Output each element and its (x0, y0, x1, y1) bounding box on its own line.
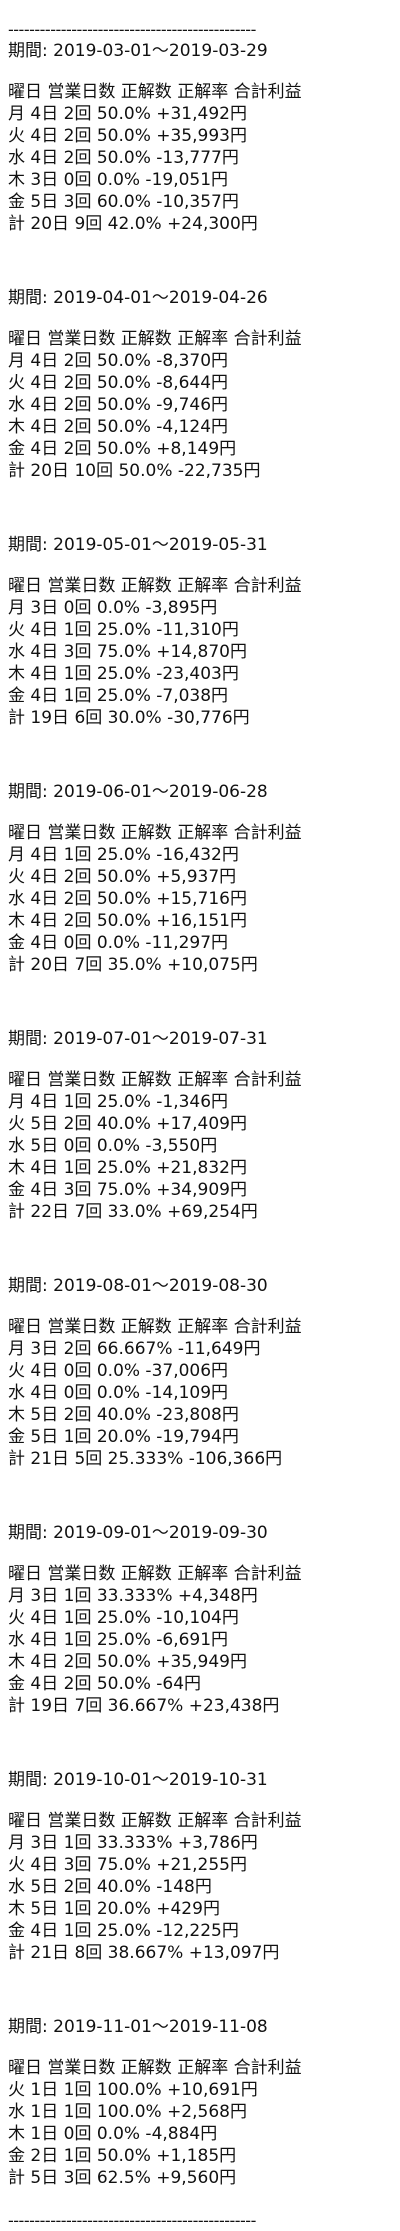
table-row: 水 4日 0回 0.0% -14,109円 (8, 1383, 229, 1403)
table-row: 水 4日 2回 50.0% +15,716円 (8, 889, 247, 909)
table-row: 月 4日 1回 25.0% -1,346円 (8, 1092, 229, 1112)
period-block: 期間: 2019-07-01～2019-07-31 曜日 営業日数 正解数 正解率… (8, 1028, 392, 1223)
table-row: 水 5日 0回 0.0% -3,550円 (8, 1136, 218, 1156)
table-row: 水 4日 2回 50.0% -13,777円 (8, 148, 239, 168)
table-header-row: 曜日 営業日数 正解数 正解率 合計利益 (8, 329, 302, 349)
table-row: 月 4日 1回 25.0% -16,432円 (8, 845, 239, 865)
table-header-row: 曜日 営業日数 正解数 正解率 合計利益 (8, 1564, 302, 1584)
table-header-row: 曜日 営業日数 正解数 正解率 合計利益 (8, 576, 302, 596)
table-row: 月 3日 1回 33.333% +4,348円 (8, 1586, 258, 1606)
table-row: 火 5日 2回 40.0% +17,409円 (8, 1114, 247, 1134)
period-block: 期間: 2019-05-01～2019-05-31 曜日 営業日数 正解数 正解率… (8, 534, 392, 729)
period-block: 期間: 2019-09-01～2019-09-30 曜日 営業日数 正解数 正解率… (8, 1522, 392, 1717)
table-row: 計 21日 5回 25.333% -106,366円 (8, 1449, 283, 1469)
period-heading: 期間: 2019-09-01～2019-09-30 (8, 1523, 268, 1543)
table-row: 計 20日 7回 35.0% +10,075円 (8, 955, 258, 975)
period-heading: 期間: 2019-03-01～2019-03-29 (8, 41, 268, 61)
table-row: 月 3日 0回 0.0% -3,895円 (8, 598, 218, 618)
table-row: 火 4日 2回 50.0% +5,937円 (8, 867, 237, 887)
period-heading: 期間: 2019-07-01～2019-07-31 (8, 1029, 268, 1049)
separator-line: ----------------------------------------… (8, 20, 256, 39)
table-row: 木 3日 0回 0.0% -19,051円 (8, 170, 229, 190)
table-row: 月 4日 2回 50.0% +31,492円 (8, 104, 247, 124)
table-row: 金 5日 1回 20.0% -19,794円 (8, 1427, 239, 1447)
table-row: 計 20日 9回 42.0% +24,300円 (8, 214, 258, 234)
table-row: 計 5日 3回 62.5% +9,560円 (8, 2168, 237, 2188)
table-header-row: 曜日 営業日数 正解数 正解率 合計利益 (8, 1070, 302, 1090)
table-row: 火 1日 1回 100.0% +10,691円 (8, 2080, 258, 2100)
table-row: 木 5日 1回 20.0% +429円 (8, 1899, 220, 1919)
period-heading: 期間: 2019-04-01～2019-04-26 (8, 288, 268, 308)
table-row: 木 1日 0回 0.0% -4,884円 (8, 2124, 218, 2144)
table-row: 月 3日 2回 66.667% -11,649円 (8, 1339, 261, 1359)
table-row: 金 4日 3回 75.0% +34,909円 (8, 1180, 247, 1200)
table-row: 計 22日 7回 33.0% +69,254円 (8, 1202, 258, 1222)
separator-line: ----------------------------------------… (8, 2211, 256, 2230)
table-row: 木 4日 2回 50.0% -4,124円 (8, 417, 229, 437)
table-row: 火 4日 1回 25.0% -11,310円 (8, 620, 239, 640)
table-row: 火 4日 3回 75.0% +21,255円 (8, 1855, 247, 1875)
table-header-row: 曜日 営業日数 正解数 正解率 合計利益 (8, 823, 302, 843)
period-heading: 期間: 2019-10-01～2019-10-31 (8, 1770, 268, 1790)
table-row: 火 4日 2回 50.0% +35,993円 (8, 126, 247, 146)
table-row: 木 4日 2回 50.0% +35,949円 (8, 1652, 247, 1672)
period-heading: 期間: 2019-05-01～2019-05-31 (8, 535, 268, 555)
period-heading: 期間: 2019-06-01～2019-06-28 (8, 782, 268, 802)
table-header-row: 曜日 営業日数 正解数 正解率 合計利益 (8, 1811, 302, 1831)
table-row: 水 1日 1回 100.0% +2,568円 (8, 2102, 247, 2122)
table-row: 金 4日 1回 25.0% -7,038円 (8, 686, 229, 706)
period-block: 期間: 2019-08-01～2019-08-30 曜日 営業日数 正解数 正解率… (8, 1275, 392, 1470)
table-header-row: 曜日 営業日数 正解数 正解率 合計利益 (8, 82, 302, 102)
table-row: 計 21日 8回 38.667% +13,097円 (8, 1943, 280, 1963)
table-header-row: 曜日 営業日数 正解数 正解率 合計利益 (8, 1317, 302, 1337)
table-row: 金 5日 3回 60.0% -10,357円 (8, 192, 239, 212)
table-row: 木 5日 2回 40.0% -23,808円 (8, 1405, 239, 1425)
table-row: 計 19日 7回 36.667% +23,438円 (8, 1696, 280, 1716)
period-blocks: 期間: 2019-03-01～2019-03-29 曜日 営業日数 正解数 正解率… (8, 40, 392, 2189)
table-row: 木 4日 1回 25.0% +21,832円 (8, 1158, 247, 1178)
table-row: 金 4日 2回 50.0% -64円 (8, 1674, 202, 1694)
period-block: 期間: 2019-10-01～2019-10-31 曜日 営業日数 正解数 正解率… (8, 1769, 392, 1964)
period-block: 期間: 2019-11-01～2019-11-08 曜日 営業日数 正解数 正解率… (8, 2016, 392, 2189)
table-row: 計 20日 10回 50.0% -22,735円 (8, 461, 261, 481)
table-row: 金 2日 1回 50.0% +1,185円 (8, 2146, 237, 2166)
table-row: 金 4日 1回 25.0% -12,225円 (8, 1921, 239, 1941)
table-row: 水 4日 3回 75.0% +14,870円 (8, 642, 247, 662)
table-row: 月 3日 1回 33.333% +3,786円 (8, 1833, 258, 1853)
period-heading: 期間: 2019-08-01～2019-08-30 (8, 1276, 268, 1296)
period-heading: 期間: 2019-11-01～2019-11-08 (8, 2017, 268, 2037)
results-document: ----------------------------------------… (8, 20, 392, 2231)
table-row: 金 4日 0回 0.0% -11,297円 (8, 933, 229, 953)
table-row: 水 4日 1回 25.0% -6,691円 (8, 1630, 229, 1650)
table-row: 計 19日 6回 30.0% -30,776円 (8, 708, 250, 728)
period-block: 期間: 2019-03-01～2019-03-29 曜日 営業日数 正解数 正解率… (8, 40, 392, 235)
table-row: 木 4日 2回 50.0% +16,151円 (8, 911, 247, 931)
period-block: 期間: 2019-04-01～2019-04-26 曜日 営業日数 正解数 正解率… (8, 287, 392, 482)
table-row: 金 4日 2回 50.0% +8,149円 (8, 439, 237, 459)
table-row: 火 4日 2回 50.0% -8,644円 (8, 373, 229, 393)
table-row: 水 4日 2回 50.0% -9,746円 (8, 395, 229, 415)
table-row: 木 4日 1回 25.0% -23,403円 (8, 664, 239, 684)
table-row: 火 4日 1回 25.0% -10,104円 (8, 1608, 239, 1628)
table-row: 水 5日 2回 40.0% -148円 (8, 1877, 212, 1897)
table-header-row: 曜日 営業日数 正解数 正解率 合計利益 (8, 2058, 302, 2078)
table-row: 火 4日 0回 0.0% -37,006円 (8, 1361, 229, 1381)
period-block: 期間: 2019-06-01～2019-06-28 曜日 営業日数 正解数 正解率… (8, 781, 392, 976)
table-row: 月 4日 2回 50.0% -8,370円 (8, 351, 229, 371)
